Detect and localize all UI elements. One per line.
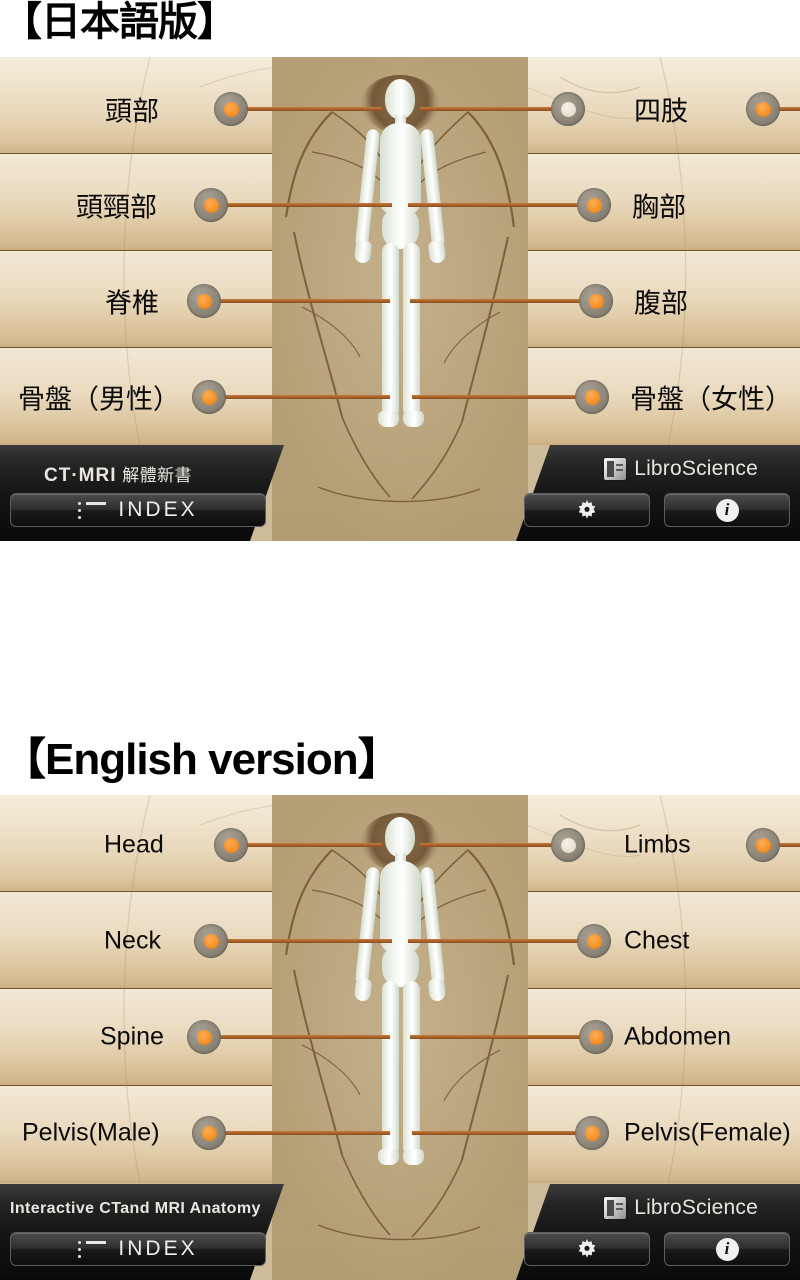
- index-button[interactable]: INDEX: [10, 1232, 266, 1266]
- info-button[interactable]: i: [664, 1232, 790, 1266]
- figure-foot-right: [403, 411, 424, 427]
- brand-suffix: 解體新書: [122, 466, 192, 486]
- info-icon: i: [715, 1237, 739, 1261]
- region-label-head[interactable]: Head: [104, 831, 164, 860]
- app-brand-jp: CT·MRI 解體新書: [44, 461, 192, 487]
- region-dot-spine[interactable]: [187, 284, 221, 318]
- leader-line-pelvis-female: [412, 395, 594, 399]
- region-dot-abdomen[interactable]: [579, 284, 613, 318]
- leader-line-head: [232, 107, 382, 111]
- region-label-abdomen[interactable]: 腹部: [634, 282, 688, 321]
- leader-line-limbs: [420, 107, 570, 111]
- region-label-neck[interactable]: 頭頸部: [76, 186, 157, 225]
- figure-arm-right: [419, 128, 446, 248]
- app-screenshot-japanese: 頭部 頭頸部 脊椎 骨盤（男性） 四肢 胸部 腹部 骨盤（女性） CT·MRI …: [0, 57, 800, 541]
- leader-line-abdomen: [410, 1035, 595, 1039]
- leader-line-limbs: [420, 843, 570, 847]
- region-label-pelvis-female[interactable]: Pelvis(Female): [624, 1119, 791, 1148]
- region-label-spine[interactable]: 脊椎: [105, 282, 159, 321]
- figure-leg-right: [403, 243, 420, 418]
- region-dot-pelvis-male[interactable]: [192, 380, 226, 414]
- region-dot-limbs[interactable]: [746, 92, 780, 126]
- leader-line-pelvis-male: [210, 1131, 390, 1135]
- region-label-pelvis-male[interactable]: 骨盤（男性）: [18, 378, 180, 417]
- region-label-head[interactable]: 頭部: [105, 90, 159, 129]
- app-brand-en: Interactive CTand MRI Anatomy: [10, 1200, 261, 1217]
- index-button[interactable]: INDEX: [10, 493, 266, 527]
- leader-line-spine: [205, 299, 390, 303]
- region-dot-limbs[interactable]: [746, 828, 780, 862]
- gear-icon: [578, 1239, 596, 1258]
- figure-leg-left: [382, 981, 399, 1156]
- region-dot-abdomen[interactable]: [579, 1020, 613, 1054]
- region-label-chest[interactable]: Chest: [624, 927, 689, 956]
- bottom-toolbar-en: Interactive CTand MRI Anatomy LibroScien…: [0, 1184, 800, 1280]
- figure-arm-right: [419, 866, 446, 986]
- figure-torso: [380, 123, 421, 215]
- figure-hand-right: [427, 978, 447, 1002]
- figure-head: [385, 817, 415, 857]
- region-dot-pelvis-female[interactable]: [575, 380, 609, 414]
- region-dot-chest[interactable]: [577, 924, 611, 958]
- figure-foot-left: [378, 411, 399, 427]
- leader-line-pelvis-female: [412, 1131, 594, 1135]
- leader-line-spine: [205, 1035, 390, 1039]
- list-icon: [78, 501, 107, 519]
- list-icon: [78, 1240, 107, 1258]
- book-icon: [604, 1197, 627, 1219]
- region-dot-chest[interactable]: [577, 188, 611, 222]
- region-dot-head[interactable]: [214, 828, 248, 862]
- region-dot-spine[interactable]: [187, 1020, 221, 1054]
- region-dot-pelvis-male[interactable]: [192, 1116, 226, 1150]
- bottom-toolbar-jp: CT·MRI 解體新書 LibroScience INDEX i: [0, 445, 800, 541]
- publisher-logo-jp: LibroScience: [604, 457, 758, 481]
- region-dot-pelvis-female[interactable]: [575, 1116, 609, 1150]
- figure-foot-left: [378, 1149, 399, 1165]
- index-button-label: INDEX: [118, 1237, 198, 1260]
- figure-foot-right: [403, 1149, 424, 1165]
- leader-line-neck: [212, 939, 392, 943]
- leader-line-neck: [212, 203, 392, 207]
- region-dot-limbs-marker[interactable]: [551, 92, 585, 126]
- region-label-neck[interactable]: Neck: [104, 927, 161, 956]
- publisher-name: LibroScience: [634, 1196, 758, 1219]
- japanese-version-heading: 【日本語版】: [2, 0, 237, 45]
- region-dot-limbs-marker[interactable]: [551, 828, 585, 862]
- figure-arm-left: [354, 128, 381, 248]
- region-label-limbs[interactable]: 四肢: [634, 90, 688, 129]
- region-label-limbs[interactable]: Limbs: [624, 831, 691, 860]
- settings-button[interactable]: [524, 1232, 650, 1266]
- gear-icon: [578, 500, 596, 519]
- brand-prefix: CT·MRI: [44, 465, 117, 486]
- region-label-pelvis-male[interactable]: Pelvis(Male): [22, 1119, 160, 1148]
- info-icon: i: [715, 498, 739, 522]
- region-label-pelvis-female[interactable]: 骨盤（女性）: [630, 378, 792, 417]
- leader-line-abdomen: [410, 299, 595, 303]
- leader-line-chest: [408, 939, 593, 943]
- figure-hand-left: [353, 240, 373, 264]
- publisher-logo-en: LibroScience: [604, 1196, 758, 1220]
- region-label-chest[interactable]: 胸部: [632, 186, 686, 225]
- app-screenshot-english: Head Neck Spine Pelvis(Male) Limbs Chest…: [0, 795, 800, 1280]
- region-dot-neck[interactable]: [194, 924, 228, 958]
- region-label-spine[interactable]: Spine: [100, 1023, 164, 1052]
- region-dot-head[interactable]: [214, 92, 248, 126]
- figure-head: [385, 79, 415, 119]
- figure-leg-left: [382, 243, 399, 418]
- info-button[interactable]: i: [664, 493, 790, 527]
- leader-line-pelvis-male: [210, 395, 390, 399]
- figure-leg-right: [403, 981, 420, 1156]
- figure-hand-right: [427, 240, 447, 264]
- publisher-name: LibroScience: [634, 457, 758, 480]
- figure-hand-left: [353, 978, 373, 1002]
- figure-arm-left: [354, 866, 381, 986]
- leader-line-chest: [408, 203, 593, 207]
- leader-line-head: [232, 843, 382, 847]
- settings-button[interactable]: [524, 493, 650, 527]
- book-icon: [604, 458, 627, 480]
- index-button-label: INDEX: [118, 498, 198, 521]
- english-version-heading: 【English version】: [2, 735, 402, 784]
- region-label-abdomen[interactable]: Abdomen: [624, 1023, 731, 1052]
- region-dot-neck[interactable]: [194, 188, 228, 222]
